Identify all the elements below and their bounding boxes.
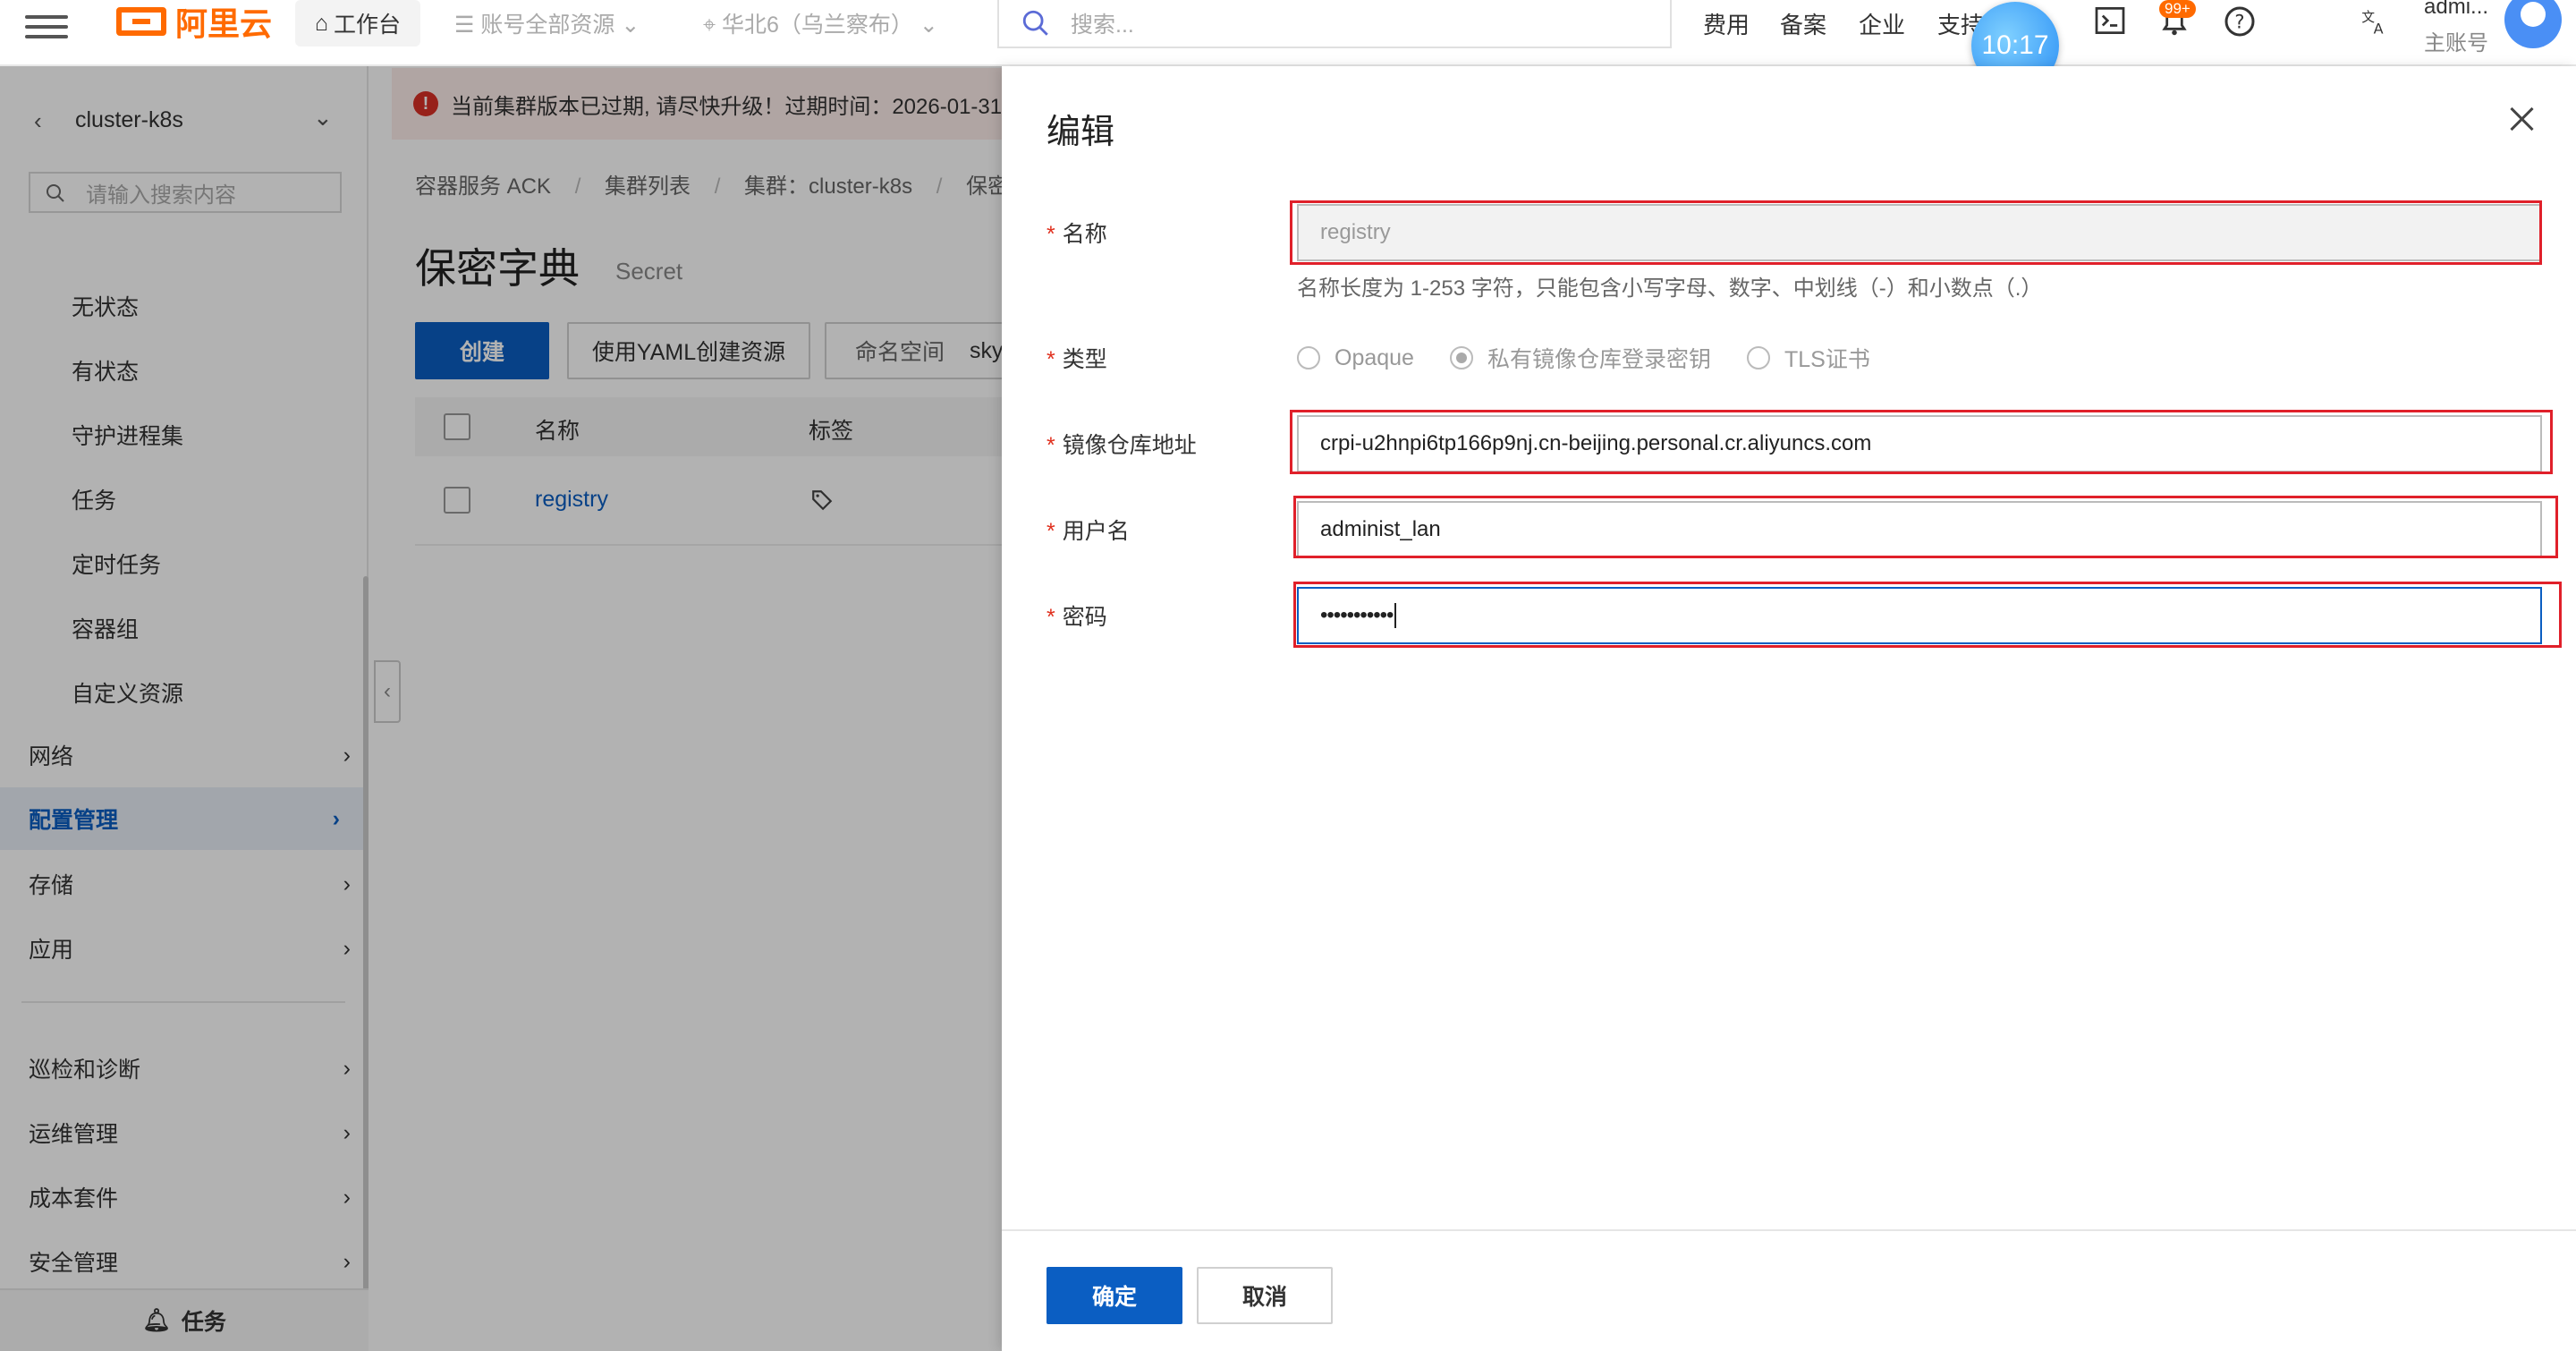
region-dropdown[interactable]: ⌖ 华北6（乌兰察布） ⌄	[703, 7, 938, 39]
account-scope-label: 账号全部资源	[480, 13, 615, 38]
password-field-label: * 密码	[1046, 605, 1107, 630]
highlight-box	[1290, 200, 2542, 265]
menu-icon[interactable]	[25, 9, 68, 45]
registry-field-label: * 镜像仓库地址	[1046, 433, 1197, 458]
type-field-label: * 类型	[1046, 347, 1107, 372]
location-icon: ⌖	[703, 13, 723, 38]
account-scope-dropdown[interactable]: ☰ 账号全部资源 ⌄	[454, 7, 640, 39]
user-role: 主账号	[2424, 31, 2488, 55]
confirm-button[interactable]: 确定	[1046, 1267, 1182, 1324]
global-search-input[interactable]: 搜索...	[997, 0, 1672, 48]
terminal-icon[interactable]	[2095, 7, 2125, 34]
radio-icon	[1297, 346, 1320, 370]
top-bar: 阿里云 ⌂ 工作台 ☰ 账号全部资源 ⌄ ⌖ 华北6（乌兰察布） ⌄ 搜索...…	[0, 0, 2576, 89]
drawer-footer: 确定 取消	[1002, 1229, 2576, 1351]
name-field-label: * 名称	[1046, 222, 1107, 247]
notification-badge: 99+	[2159, 0, 2196, 18]
avatar[interactable]	[2504, 0, 2562, 48]
highlight-box	[1293, 582, 2562, 648]
workbench-button[interactable]: ⌂ 工作台	[295, 0, 420, 47]
drawer-backdrop[interactable]	[0, 66, 1002, 1351]
name-label-text: 名称	[1062, 222, 1107, 247]
type-option-label: TLS证书	[1784, 347, 1870, 372]
search-icon	[1022, 10, 1048, 36]
type-option-label: Opaque	[1335, 344, 1414, 370]
type-registry-radio[interactable]: 私有镜像仓库登录密钥	[1449, 342, 1711, 374]
chevron-down-icon: ⌄	[621, 13, 640, 38]
nav-icp[interactable]: 备案	[1780, 7, 1826, 40]
logo[interactable]: 阿里云	[116, 2, 272, 42]
type-option-label: 私有镜像仓库登录密钥	[1487, 347, 1711, 372]
server-icon: ☰	[454, 13, 481, 38]
language-icon[interactable]: 文A	[2360, 7, 2390, 36]
name-hint: 名称长度为 1-253 字符，只能包含小写字母、数字、中划线（-）和小数点（.）	[1297, 276, 2043, 301]
svg-text:A: A	[2374, 20, 2384, 36]
nav-fees[interactable]: 费用	[1703, 7, 1750, 40]
chevron-down-icon: ⌄	[919, 13, 938, 38]
nav-enterprise[interactable]: 企业	[1859, 7, 1905, 40]
help-icon[interactable]: ?	[2224, 5, 2256, 38]
region-label: 华北6（乌兰察布）	[722, 13, 913, 38]
logo-text: 阿里云	[175, 5, 273, 42]
workbench-label: 工作台	[334, 13, 402, 38]
type-tls-radio[interactable]: TLS证书	[1746, 342, 1870, 374]
registry-label-text: 镜像仓库地址	[1062, 433, 1197, 458]
close-icon[interactable]	[2504, 102, 2540, 138]
password-label-text: 密码	[1062, 605, 1107, 630]
highlight-box	[1293, 496, 2558, 558]
aliyun-logo-icon	[116, 7, 166, 36]
username-label-text: 用户名	[1062, 519, 1130, 544]
drawer-title: 编辑	[1046, 114, 1115, 151]
type-opaque-radio[interactable]: Opaque	[1297, 345, 1414, 371]
home-icon: ⌂	[314, 10, 329, 36]
svg-text:?: ?	[2234, 12, 2244, 33]
radio-checked-icon	[1449, 346, 1473, 370]
radio-icon	[1746, 346, 1770, 370]
cancel-button[interactable]: 取消	[1197, 1267, 1333, 1324]
user-name[interactable]: admi...	[2424, 0, 2488, 20]
search-placeholder: 搜索...	[1071, 13, 1134, 38]
type-radio-group: Opaque 私有镜像仓库登录密钥 TLS证书	[1297, 342, 1870, 374]
username-field-label: * 用户名	[1046, 519, 1130, 544]
type-label-text: 类型	[1062, 347, 1107, 372]
highlight-box	[1290, 410, 2553, 474]
edit-drawer: 编辑 * 名称 registry 名称长度为 1-253 字符，只能包含小写字母、…	[1002, 66, 2576, 1351]
